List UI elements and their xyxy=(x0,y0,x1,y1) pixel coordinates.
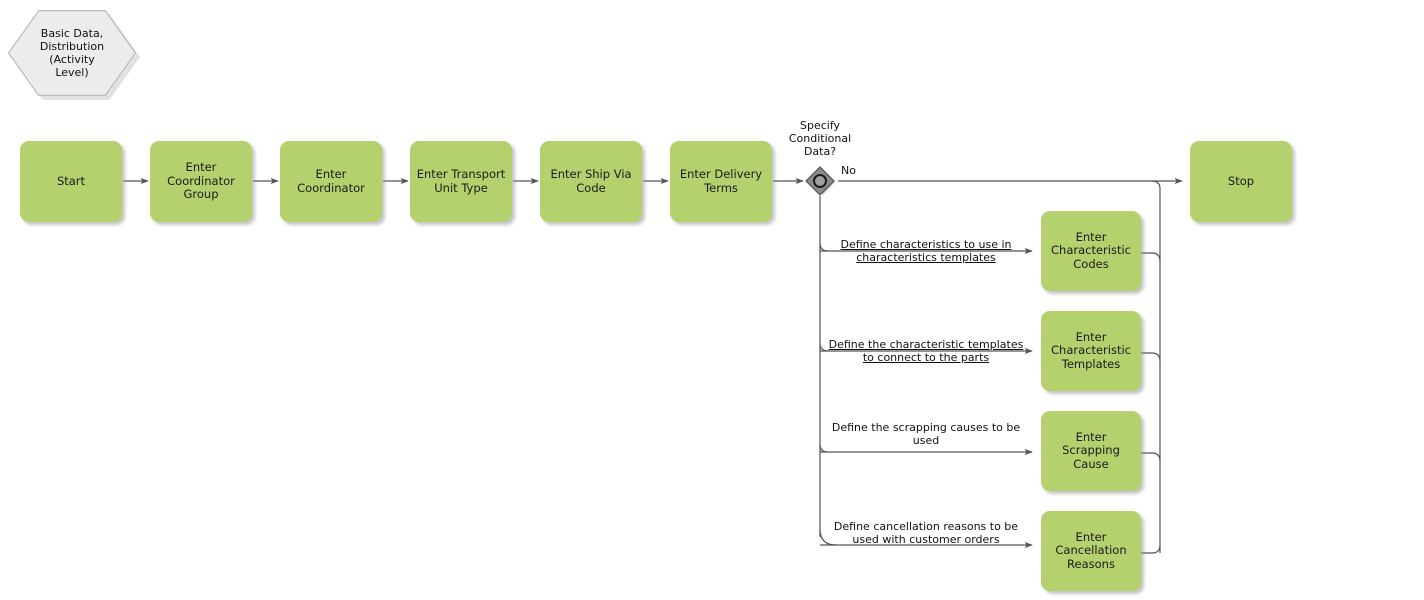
node-enter-coordinator[interactable]: Enter Coordinator xyxy=(280,141,382,222)
edge-return-characteristic-codes xyxy=(1141,252,1161,262)
pool-hexagon: Basic Data, Distribution (Activity Level… xyxy=(8,10,140,100)
edge-return-characteristic-templates xyxy=(1141,352,1161,362)
gateway-diamond-icon xyxy=(805,166,835,196)
branch-label-characteristic-templates: Define the characteristic templates to c… xyxy=(820,325,1032,364)
branch-label-cancellation-reasons: Define cancellation reasons to be used w… xyxy=(833,520,1019,546)
gateway-no-label: No xyxy=(841,164,856,177)
branch-label-characteristic-templates-text: Define the characteristic templates to c… xyxy=(828,338,1024,364)
node-enter-ship-via-code[interactable]: Enter Ship Via Code xyxy=(540,141,642,222)
node-enter-characteristic-codes[interactable]: Enter Characteristic Codes xyxy=(1041,211,1141,291)
node-start[interactable]: Start xyxy=(20,141,122,222)
node-enter-cancellation-reasons[interactable]: Enter Cancellation Reasons xyxy=(1041,511,1141,591)
edge-return-cancellation-reasons xyxy=(1141,544,1161,554)
flowchart-canvas: Basic Data, Distribution (Activity Level… xyxy=(0,0,1424,600)
node-stop[interactable]: Stop xyxy=(1190,141,1292,222)
pool-label: Basic Data, Distribution (Activity Level… xyxy=(39,27,105,79)
edge-return-spine xyxy=(1151,180,1161,253)
branch-label-characteristic-codes: Define characteristics to use in charact… xyxy=(820,225,1032,264)
gateway-label: Specify Conditional Data? xyxy=(788,119,852,158)
gateway-specify-conditional-data[interactable] xyxy=(805,166,835,196)
node-enter-transport-unit-type[interactable]: Enter Transport Unit Type xyxy=(410,141,512,222)
node-enter-characteristic-templates[interactable]: Enter Characteristic Templates xyxy=(1041,311,1141,391)
node-enter-scrapping-cause[interactable]: Enter Scrapping Cause xyxy=(1041,411,1141,491)
node-enter-delivery-terms[interactable]: Enter Delivery Terms xyxy=(670,141,772,222)
node-enter-coordinator-group[interactable]: Enter Coordinator Group xyxy=(150,141,252,222)
branch-label-characteristic-codes-text: Define characteristics to use in charact… xyxy=(840,238,1012,264)
connector-layer xyxy=(123,177,1183,554)
branch-label-scrapping-cause: Define the scrapping causes to be used xyxy=(831,421,1021,447)
edge-return-scrapping-cause xyxy=(1141,452,1161,462)
